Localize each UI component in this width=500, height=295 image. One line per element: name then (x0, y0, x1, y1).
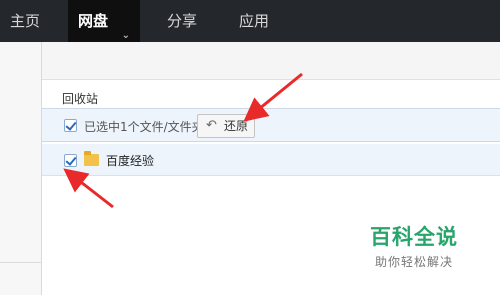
nav-home[interactable]: 主页 (0, 0, 56, 42)
file-checkbox[interactable] (64, 154, 77, 167)
nav-netdisk-label: 网盘 (78, 12, 109, 30)
watermark-title: 百科全说 (370, 225, 458, 249)
restore-label: 还原 (224, 119, 249, 133)
watermark-subtitle: 助你轻松解决 (374, 255, 453, 269)
select-all-checkbox[interactable] (64, 119, 77, 132)
restore-button[interactable]: ↶ 还原 (197, 114, 255, 138)
watermark-logo: 百科全说 助你轻松解决 (364, 221, 464, 270)
file-name[interactable]: 百度经验 (106, 152, 154, 169)
nav-netdisk[interactable]: 网盘 ⌄ (68, 0, 140, 42)
top-nav: 主页 网盘 ⌄ 分享 应用 (0, 0, 500, 42)
selection-bar: 已选中1个文件/文件夹 ↶ 还原 (42, 108, 500, 142)
nav-share[interactable]: 分享 (152, 0, 212, 42)
selection-count-text: 已选中1个文件/文件夹 (84, 120, 204, 134)
sidebar-divider (0, 262, 42, 263)
toolbar-band (42, 42, 500, 80)
file-row[interactable]: 百度经验 (42, 144, 500, 176)
breadcrumb[interactable]: 回收站 (62, 90, 98, 107)
folder-icon (84, 151, 99, 166)
nav-apps[interactable]: 应用 (224, 0, 284, 42)
sidebar (0, 42, 42, 295)
undo-icon: ↶ (206, 118, 217, 133)
